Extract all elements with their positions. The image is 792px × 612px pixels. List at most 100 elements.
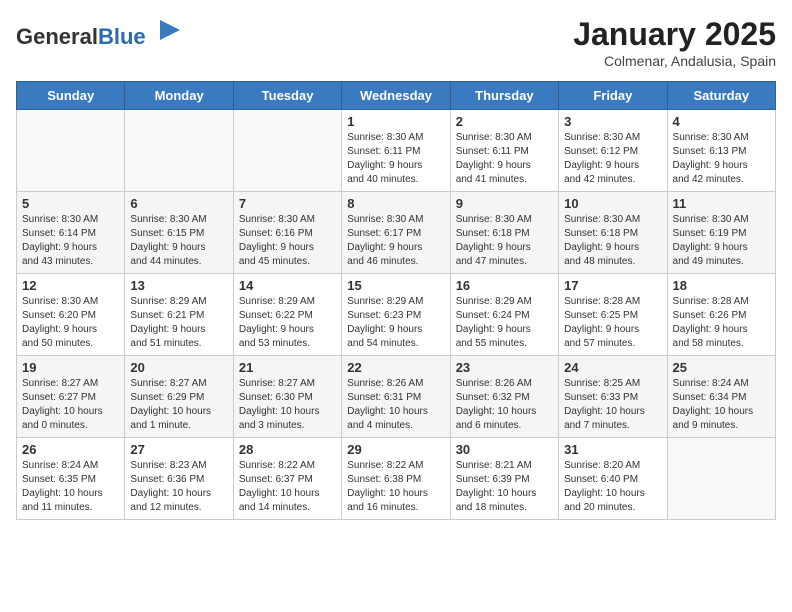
calendar-day-cell: 3Sunrise: 8:30 AM Sunset: 6:12 PM Daylig… — [559, 110, 667, 192]
day-number: 1 — [347, 114, 444, 129]
calendar-day-cell — [233, 110, 341, 192]
day-number: 21 — [239, 360, 336, 375]
day-number: 18 — [673, 278, 770, 293]
day-number: 5 — [22, 196, 119, 211]
day-number: 22 — [347, 360, 444, 375]
day-number: 27 — [130, 442, 227, 457]
calendar-day-cell — [17, 110, 125, 192]
calendar-day-cell: 1 Sunrise: 8:30 AM Sunset: 6:11 PM Daylig… — [342, 110, 450, 192]
day-info: Sunrise: 8:29 AM Sunset: 6:23 PM Dayligh… — [347, 295, 444, 351]
day-info: Sunrise: 8:28 AM Sunset: 6:25 PM Dayligh… — [564, 295, 661, 351]
calendar-header-row: SundayMondayTuesdayWednesdayThursdayFrid… — [17, 82, 776, 110]
day-of-week-header: Friday — [559, 82, 667, 110]
calendar-week-row: 1 Sunrise: 8:30 AM Sunset: 6:11 PM Daylig… — [17, 110, 776, 192]
day-info: Sunrise: 8:26 AM Sunset: 6:32 PM Dayligh… — [456, 377, 553, 433]
day-number: 24 — [564, 360, 661, 375]
day-info: Sunrise: 8:22 AM Sunset: 6:37 PM Dayligh… — [239, 459, 336, 515]
day-info: Sunrise: 8:27 AM Sunset: 6:30 PM Dayligh… — [239, 377, 336, 433]
day-info: Sunrise: 8:30 AM Sunset: 6:17 PM Dayligh… — [347, 213, 444, 269]
day-number: 20 — [130, 360, 227, 375]
day-info: Sunrise: 8:22 AM Sunset: 6:38 PM Dayligh… — [347, 459, 444, 515]
day-info: Sunrise: 8:26 AM Sunset: 6:31 PM Dayligh… — [347, 377, 444, 433]
day-number: 9 — [456, 196, 553, 211]
day-number: 31 — [564, 442, 661, 457]
calendar-day-cell: 28 Sunrise: 8:22 AM Sunset: 6:37 PM Dayli… — [233, 438, 341, 520]
day-of-week-header: Monday — [125, 82, 233, 110]
day-number: 28 — [239, 442, 336, 457]
logo-general: General — [16, 24, 98, 49]
calendar-day-cell: 5 Sunrise: 8:30 AM Sunset: 6:14 PM Daylig… — [17, 192, 125, 274]
day-info: Sunrise: 8:27 AM Sunset: 6:27 PM Dayligh… — [22, 377, 119, 433]
calendar-day-cell: 25 Sunrise: 8:24 AM Sunset: 6:34 PM Dayli… — [667, 356, 775, 438]
day-info: Sunrise: 8:29 AM Sunset: 6:24 PM Dayligh… — [456, 295, 553, 351]
day-info: Sunrise: 8:24 AM Sunset: 6:34 PM Dayligh… — [673, 377, 770, 433]
day-of-week-header: Thursday — [450, 82, 558, 110]
calendar-week-row: 19 Sunrise: 8:27 AM Sunset: 6:27 PM Dayli… — [17, 356, 776, 438]
page-header: GeneralBlue January 2025 Colmenar, Andal… — [16, 16, 776, 69]
day-number: 15 — [347, 278, 444, 293]
day-info: Sunrise: 8:25 AM Sunset: 6:33 PM Dayligh… — [564, 377, 661, 433]
day-info: Sunrise: 8:21 AM Sunset: 6:39 PM Dayligh… — [456, 459, 553, 515]
calendar-day-cell: 2 Sunrise: 8:30 AM Sunset: 6:11 PM Daylig… — [450, 110, 558, 192]
calendar-day-cell: 23 Sunrise: 8:26 AM Sunset: 6:32 PM Dayli… — [450, 356, 558, 438]
calendar-day-cell: 14 Sunrise: 8:29 AM Sunset: 6:22 PM Dayli… — [233, 274, 341, 356]
day-number: 17 — [564, 278, 661, 293]
calendar-day-cell: 22 Sunrise: 8:26 AM Sunset: 6:31 PM Dayli… — [342, 356, 450, 438]
calendar-day-cell: 9 Sunrise: 8:30 AM Sunset: 6:18 PM Daylig… — [450, 192, 558, 274]
day-number: 13 — [130, 278, 227, 293]
calendar-day-cell: 30Sunrise: 8:21 AM Sunset: 6:39 PM Dayli… — [450, 438, 558, 520]
day-number: 4 — [673, 114, 770, 129]
day-info: Sunrise: 8:30 AM Sunset: 6:11 PM Dayligh… — [347, 131, 444, 187]
title-block: January 2025 Colmenar, Andalusia, Spain — [573, 16, 776, 69]
day-of-week-header: Sunday — [17, 82, 125, 110]
calendar-day-cell: 27 Sunrise: 8:23 AM Sunset: 6:36 PM Dayli… — [125, 438, 233, 520]
day-of-week-header: Wednesday — [342, 82, 450, 110]
day-info: Sunrise: 8:24 AM Sunset: 6:35 PM Dayligh… — [22, 459, 119, 515]
day-info: Sunrise: 8:30 AM Sunset: 6:11 PM Dayligh… — [456, 131, 553, 187]
day-number: 11 — [673, 196, 770, 211]
calendar-day-cell: 15 Sunrise: 8:29 AM Sunset: 6:23 PM Dayli… — [342, 274, 450, 356]
day-number: 26 — [22, 442, 119, 457]
calendar-day-cell: 13 Sunrise: 8:29 AM Sunset: 6:21 PM Dayli… — [125, 274, 233, 356]
day-number: 7 — [239, 196, 336, 211]
day-info: Sunrise: 8:30 AM Sunset: 6:18 PM Dayligh… — [456, 213, 553, 269]
calendar-day-cell: 31Sunrise: 8:20 AM Sunset: 6:40 PM Dayli… — [559, 438, 667, 520]
day-info: Sunrise: 8:30 AM Sunset: 6:16 PM Dayligh… — [239, 213, 336, 269]
day-info: Sunrise: 8:30 AM Sunset: 6:13 PM Dayligh… — [673, 131, 770, 187]
calendar-day-cell: 16 Sunrise: 8:29 AM Sunset: 6:24 PM Dayli… — [450, 274, 558, 356]
logo-blue: Blue — [98, 24, 146, 49]
location: Colmenar, Andalusia, Spain — [573, 53, 776, 69]
calendar-day-cell: 21 Sunrise: 8:27 AM Sunset: 6:30 PM Dayli… — [233, 356, 341, 438]
calendar-day-cell: 10Sunrise: 8:30 AM Sunset: 6:18 PM Dayli… — [559, 192, 667, 274]
calendar-day-cell — [667, 438, 775, 520]
calendar-day-cell: 11Sunrise: 8:30 AM Sunset: 6:19 PM Dayli… — [667, 192, 775, 274]
logo: GeneralBlue — [16, 16, 184, 49]
day-number: 10 — [564, 196, 661, 211]
day-number: 25 — [673, 360, 770, 375]
day-of-week-header: Tuesday — [233, 82, 341, 110]
day-number: 23 — [456, 360, 553, 375]
calendar-day-cell: 19 Sunrise: 8:27 AM Sunset: 6:27 PM Dayli… — [17, 356, 125, 438]
day-info: Sunrise: 8:23 AM Sunset: 6:36 PM Dayligh… — [130, 459, 227, 515]
calendar-day-cell: 26 Sunrise: 8:24 AM Sunset: 6:35 PM Dayli… — [17, 438, 125, 520]
day-number: 19 — [22, 360, 119, 375]
calendar-week-row: 26 Sunrise: 8:24 AM Sunset: 6:35 PM Dayli… — [17, 438, 776, 520]
day-info: Sunrise: 8:28 AM Sunset: 6:26 PM Dayligh… — [673, 295, 770, 351]
calendar-day-cell: 29 Sunrise: 8:22 AM Sunset: 6:38 PM Dayli… — [342, 438, 450, 520]
month-title: January 2025 — [573, 16, 776, 53]
calendar-day-cell: 8Sunrise: 8:30 AM Sunset: 6:17 PM Daylig… — [342, 192, 450, 274]
day-info: Sunrise: 8:29 AM Sunset: 6:21 PM Dayligh… — [130, 295, 227, 351]
day-number: 2 — [456, 114, 553, 129]
day-number: 16 — [456, 278, 553, 293]
day-number: 14 — [239, 278, 336, 293]
calendar-day-cell — [125, 110, 233, 192]
day-info: Sunrise: 8:30 AM Sunset: 6:14 PM Dayligh… — [22, 213, 119, 269]
calendar-day-cell: 12Sunrise: 8:30 AM Sunset: 6:20 PM Dayli… — [17, 274, 125, 356]
day-info: Sunrise: 8:29 AM Sunset: 6:22 PM Dayligh… — [239, 295, 336, 351]
day-info: Sunrise: 8:30 AM Sunset: 6:12 PM Dayligh… — [564, 131, 661, 187]
day-number: 29 — [347, 442, 444, 457]
day-number: 12 — [22, 278, 119, 293]
day-info: Sunrise: 8:30 AM Sunset: 6:15 PM Dayligh… — [130, 213, 227, 269]
calendar-day-cell: 7 Sunrise: 8:30 AM Sunset: 6:16 PM Daylig… — [233, 192, 341, 274]
day-of-week-header: Saturday — [667, 82, 775, 110]
